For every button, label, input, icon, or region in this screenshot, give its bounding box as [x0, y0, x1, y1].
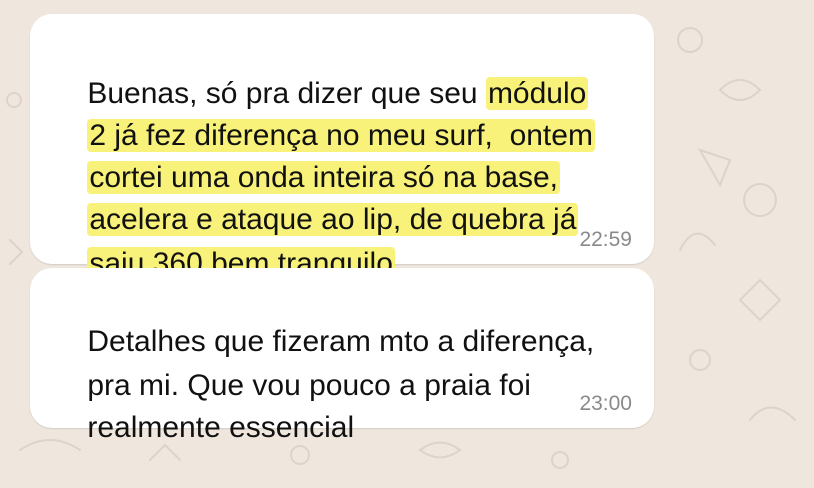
- message-bubble[interactable]: Detalhes que fizeram mto a diferença, pr…: [30, 268, 654, 444]
- message-bubble[interactable]: Buenas, só pra dizer que seu módulo 2 já…: [30, 14, 654, 280]
- message-timestamp: 23:00: [579, 392, 632, 415]
- message-timestamp: 22:59: [579, 228, 632, 251]
- message-text: realmente essencial: [87, 411, 355, 444]
- message-line: realmente essencial: [54, 368, 354, 488]
